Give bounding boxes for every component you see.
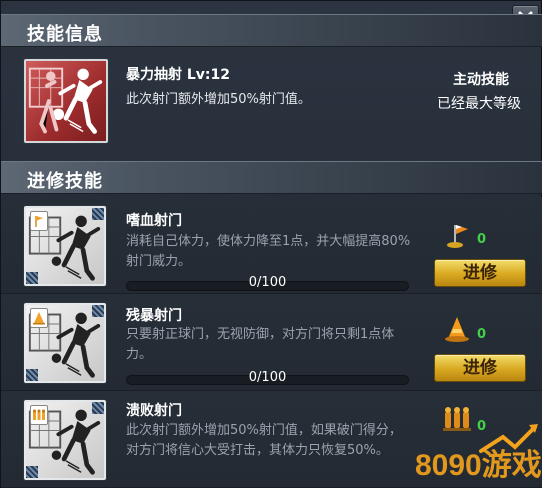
cost-count: 0: [477, 327, 487, 342]
progress-text: 0/100: [248, 370, 287, 385]
advanced-skills-title: 进修技能: [27, 171, 103, 192]
dummies-badge-icon: [30, 405, 48, 425]
brutal-shot-icon[interactable]: [24, 303, 106, 383]
skill-description: 消耗自己体力，使体力降至1点，并大幅提高80%射门威力。: [126, 234, 411, 269]
rout-shot-icon[interactable]: [24, 400, 106, 480]
skill-description: 只要射正球门，无视防御，对方门将只剩1点体力。: [126, 327, 395, 362]
advanced-skill-row: 残暴射门 只要射正球门，无视防御，对方门将只剩1点体力。 0/100 0 进修: [1, 294, 542, 391]
site-watermark: 8090游戏: [411, 421, 542, 487]
bloodthirst-shot-icon[interactable]: [24, 206, 106, 286]
flag-badge-icon: [30, 211, 48, 231]
skill-name: 溃败射门: [126, 403, 182, 419]
advanced-skills-header: 进修技能: [1, 161, 542, 194]
soccer-shot-icon[interactable]: [24, 59, 108, 143]
skill-description: 此次射门额外增加50%射门值。: [126, 92, 311, 107]
advanced-skill-row: 嗜血射门 消耗自己体力，使体力降至1点，并大幅提高80%射门威力。 0/100 …: [1, 197, 542, 294]
watermark-text: 8090游戏: [415, 449, 541, 482]
skill-name: 暴力抽射 Lv:12: [126, 67, 231, 83]
advance-button[interactable]: 进修: [434, 259, 526, 287]
skill-name: 残暴射门: [126, 308, 182, 324]
skill-description: 此次射门额外增加50%射门值，如果破门得分，对方门将信心大受打击，其体力只恢复5…: [126, 423, 402, 458]
skill-info-title: 技能信息: [27, 24, 103, 45]
advance-button[interactable]: 进修: [434, 354, 526, 382]
current-skill: 暴力抽射 Lv:12 此次射门额外增加50%射门值。 主动技能 已经最大等级: [1, 53, 542, 153]
skill-level-status: 已经最大等级: [437, 96, 521, 112]
skill-panel: 技能信息 暴力抽射 Lv:12 此次射门额外增加50%射门值。 主动技能 已经最…: [0, 0, 542, 488]
corner-flag-icon: [447, 225, 468, 248]
cone-badge-icon: [30, 308, 48, 328]
cost-count: 0: [477, 232, 487, 247]
progress-text: 0/100: [248, 275, 287, 290]
skill-name: 嗜血射门: [126, 213, 182, 229]
training-cone-icon: [445, 317, 469, 342]
skill-type: 主动技能: [453, 72, 509, 88]
skill-info-header: 技能信息: [1, 14, 542, 47]
